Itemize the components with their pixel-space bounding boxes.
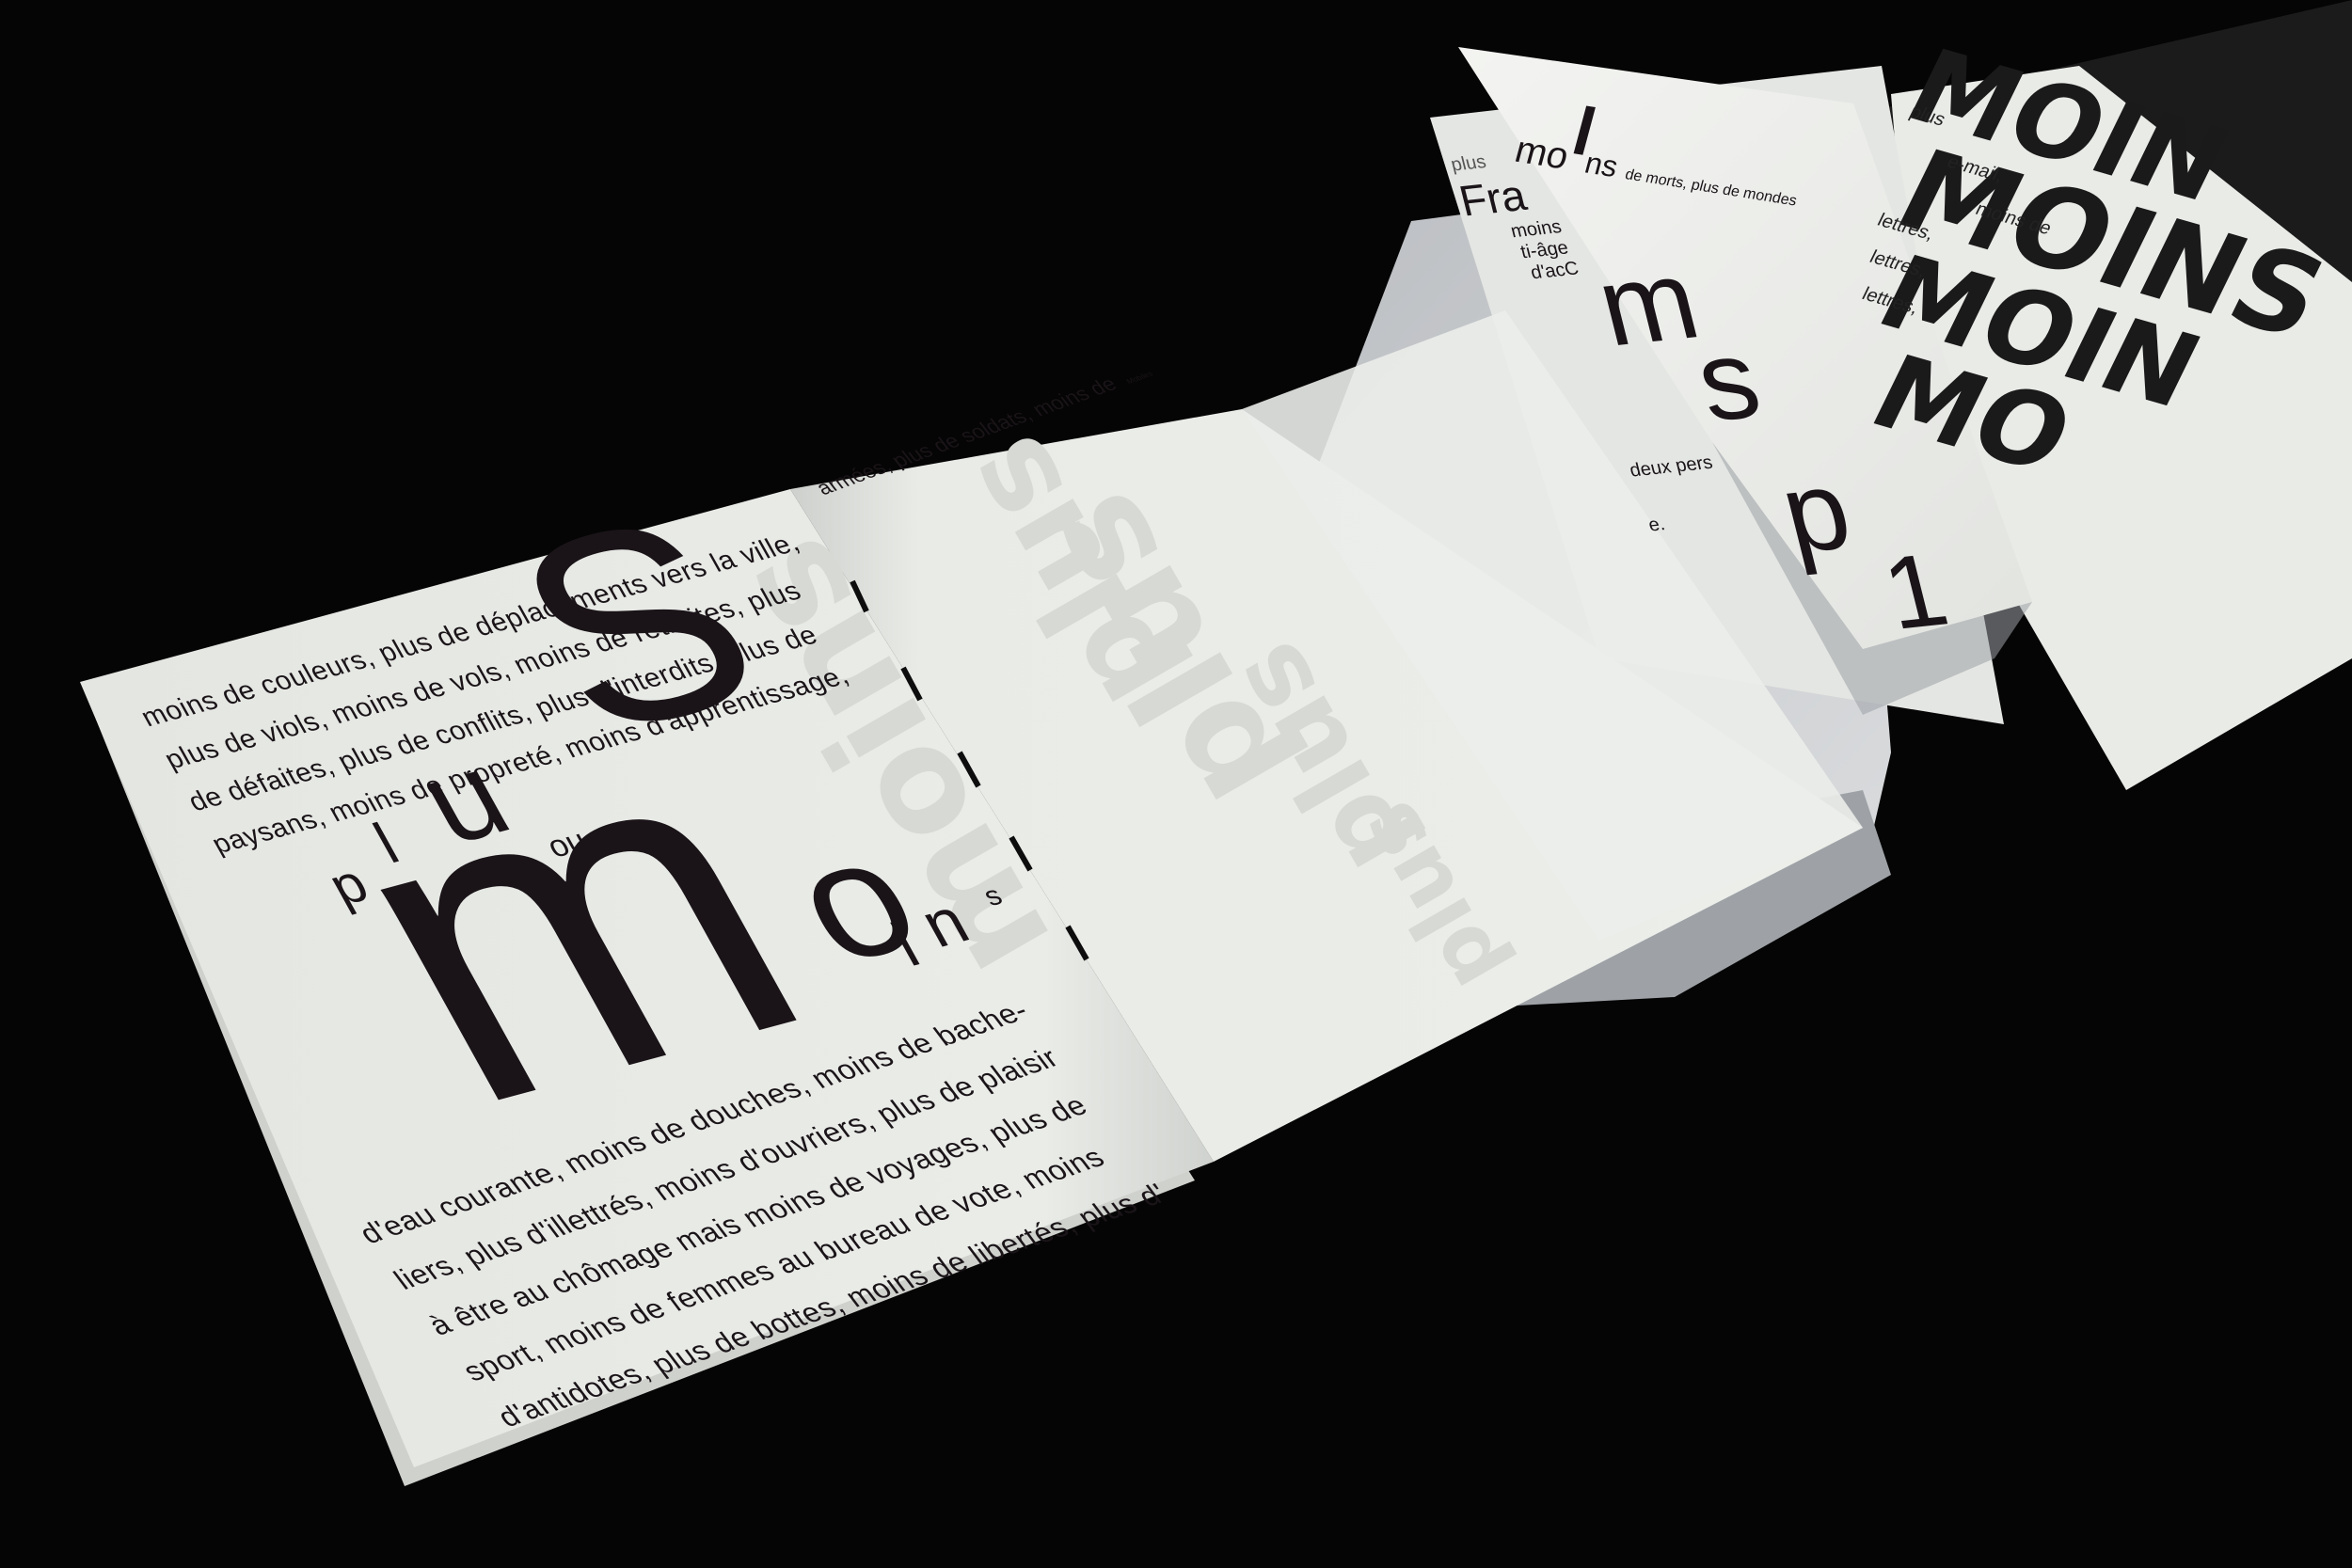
flap-title-mo: mo bbox=[1510, 129, 1574, 178]
